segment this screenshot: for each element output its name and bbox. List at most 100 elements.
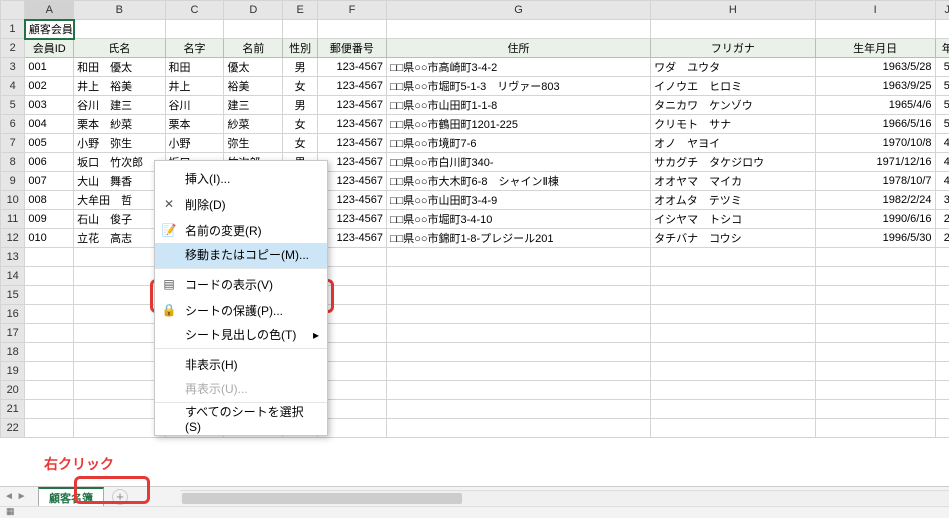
cell[interactable]: 37	[935, 191, 949, 210]
cell[interactable]	[74, 400, 165, 419]
cell[interactable]	[651, 248, 816, 267]
cell[interactable]	[815, 267, 935, 286]
ctx-protect-sheet[interactable]: 🔒シートの保護(P)...	[155, 297, 327, 323]
cell[interactable]: □□県○○市堀町3-4-10	[386, 210, 650, 229]
cell[interactable]: 坂口 竹次郎	[74, 153, 165, 172]
cell[interactable]	[74, 419, 165, 438]
cell[interactable]	[386, 20, 650, 39]
cell[interactable]: オオヤマ マイカ	[651, 172, 816, 191]
cell[interactable]	[815, 400, 935, 419]
col-header-C[interactable]: C	[165, 1, 224, 20]
cell[interactable]	[651, 362, 816, 381]
cell[interactable]	[386, 324, 650, 343]
row-header[interactable]: 2	[1, 39, 25, 58]
worksheet-grid[interactable]: A B C D E F G H I J 1 顧客会員名簿 2 会員ID 氏名 名…	[0, 0, 949, 486]
cell[interactable]: クリモト サナ	[651, 115, 816, 134]
ctx-delete[interactable]: ✕削除(D)	[155, 191, 327, 217]
row-header[interactable]: 3	[1, 58, 25, 77]
cell[interactable]	[386, 362, 650, 381]
row-header[interactable]: 19	[1, 362, 25, 381]
cell[interactable]: □□県○○市鶴田町1201-225	[386, 115, 650, 134]
cell[interactable]	[651, 20, 816, 39]
col-header-J[interactable]: J	[935, 1, 949, 20]
header-cell[interactable]: 名前	[224, 39, 283, 58]
col-header-G[interactable]: G	[386, 1, 650, 20]
row-header[interactable]: 21	[1, 400, 25, 419]
cell[interactable]	[651, 267, 816, 286]
cell[interactable]	[74, 343, 165, 362]
cell[interactable]	[74, 305, 165, 324]
cell[interactable]: 和田 優太	[74, 58, 165, 77]
cell[interactable]	[25, 362, 74, 381]
row-header[interactable]: 16	[1, 305, 25, 324]
cell[interactable]	[651, 324, 816, 343]
cell[interactable]	[935, 267, 949, 286]
col-header-F[interactable]: F	[317, 1, 386, 20]
cell[interactable]: 谷川 建三	[74, 96, 165, 115]
cell[interactable]: 女	[283, 77, 318, 96]
row-header[interactable]: 5	[1, 96, 25, 115]
cell[interactable]	[386, 305, 650, 324]
row-header[interactable]: 6	[1, 115, 25, 134]
cell[interactable]	[25, 324, 74, 343]
col-header-E[interactable]: E	[283, 1, 318, 20]
cell[interactable]: 1965/4/6	[815, 96, 935, 115]
cell[interactable]: 123-4567	[317, 77, 386, 96]
cell[interactable]: 23	[935, 229, 949, 248]
cell[interactable]: □□県○○市錦町1-8-プレジール201	[386, 229, 650, 248]
cell[interactable]	[815, 381, 935, 400]
row-header[interactable]: 1	[1, 20, 25, 39]
cell[interactable]	[317, 20, 386, 39]
cell[interactable]: 弥生	[224, 134, 283, 153]
cell[interactable]	[651, 286, 816, 305]
cell[interactable]: 裕美	[224, 77, 283, 96]
cell[interactable]: □□県○○市白川町340-	[386, 153, 650, 172]
cell[interactable]	[25, 267, 74, 286]
cell[interactable]: 1996/5/30	[815, 229, 935, 248]
cell[interactable]: ワダ ユウタ	[651, 58, 816, 77]
col-header-B[interactable]: B	[74, 1, 165, 20]
cell[interactable]: 56	[935, 58, 949, 77]
cell[interactable]	[386, 248, 650, 267]
cell[interactable]	[386, 419, 650, 438]
cell[interactable]: 立花 高志	[74, 229, 165, 248]
cell[interactable]: 優太	[224, 58, 283, 77]
col-header-A[interactable]: A	[25, 1, 74, 20]
cell[interactable]	[815, 20, 935, 39]
cell[interactable]: 1963/5/28	[815, 58, 935, 77]
cell[interactable]	[74, 20, 165, 39]
cell[interactable]: □□県○○市堀町5-1-3 リヴァー803	[386, 77, 650, 96]
cell[interactable]: □□県○○市山田町3-4-9	[386, 191, 650, 210]
row-header[interactable]: 18	[1, 343, 25, 362]
cell[interactable]	[815, 305, 935, 324]
cell[interactable]: 建三	[224, 96, 283, 115]
cell[interactable]: イシヤマ トシコ	[651, 210, 816, 229]
cell[interactable]: イノウエ ヒロミ	[651, 77, 816, 96]
cell[interactable]: 003	[25, 96, 74, 115]
cell[interactable]: タニカワ ケンゾウ	[651, 96, 816, 115]
cell[interactable]: 53	[935, 115, 949, 134]
cell[interactable]: 和田	[165, 58, 224, 77]
cell[interactable]: 49	[935, 134, 949, 153]
cell[interactable]: タチバナ コウシ	[651, 229, 816, 248]
cell[interactable]	[25, 305, 74, 324]
cell[interactable]	[74, 267, 165, 286]
cell[interactable]: 008	[25, 191, 74, 210]
cell[interactable]	[74, 248, 165, 267]
cell[interactable]: 47	[935, 153, 949, 172]
cell[interactable]: 1963/9/25	[815, 77, 935, 96]
cell[interactable]: オオムタ テツミ	[651, 191, 816, 210]
cell[interactable]: 002	[25, 77, 74, 96]
cell[interactable]	[935, 248, 949, 267]
header-cell[interactable]: 郵便番号	[317, 39, 386, 58]
cell[interactable]	[935, 362, 949, 381]
cell[interactable]	[386, 286, 650, 305]
ctx-tab-color[interactable]: シート見出しの色(T)▸	[155, 323, 327, 349]
cell[interactable]: □□県○○市境町7-6	[386, 134, 650, 153]
row-header[interactable]: 14	[1, 267, 25, 286]
cell[interactable]: 006	[25, 153, 74, 172]
cell[interactable]: 紗菜	[224, 115, 283, 134]
cell[interactable]: 井上	[165, 77, 224, 96]
ctx-move-or-copy[interactable]: 移動またはコピー(M)...	[155, 243, 327, 269]
cell-title[interactable]: 顧客会員名簿	[25, 20, 74, 39]
